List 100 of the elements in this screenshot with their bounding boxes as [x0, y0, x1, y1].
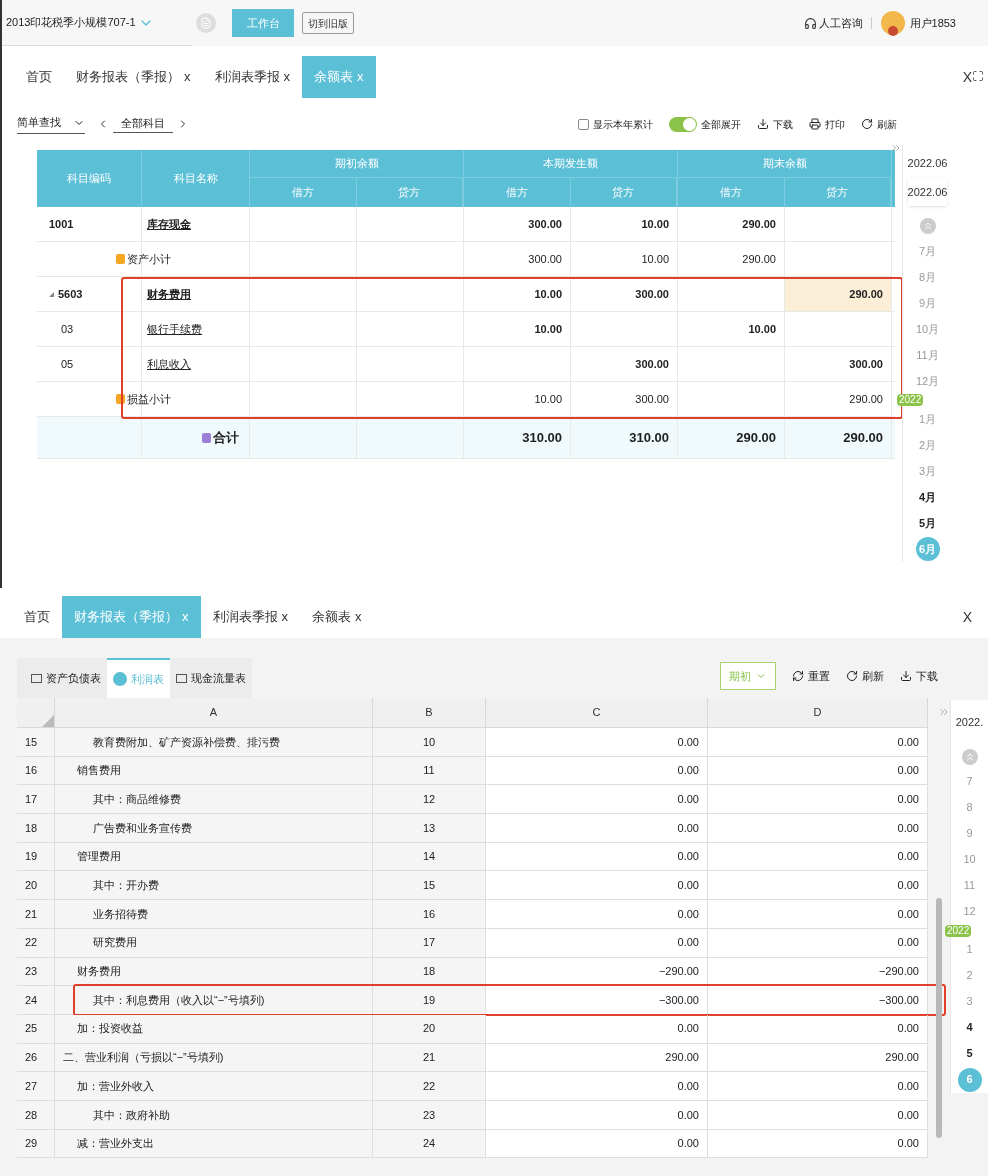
tab[interactable]: 首页 [12, 596, 62, 638]
collapse-icon[interactable] [938, 706, 950, 718]
account-link[interactable]: 财务费用 [142, 285, 191, 303]
account-name: 资产小计 [127, 251, 171, 267]
year-badge: 2022 [897, 394, 924, 406]
sheet-icon [113, 672, 127, 686]
table-cell: 0.00 [708, 842, 928, 871]
table-cell: 0.00 [708, 928, 928, 957]
sheet-icon [31, 673, 42, 683]
report-tab[interactable]: 资产负债表 [25, 658, 107, 698]
scroll-up-icon[interactable] [961, 748, 978, 765]
row-number: 20 [17, 871, 55, 900]
checkbox[interactable] [578, 118, 589, 130]
tab[interactable]: 利润表季报 x [202, 56, 302, 98]
download-button[interactable]: 下载 [757, 116, 793, 132]
tab[interactable]: 首页 [14, 56, 64, 98]
fullscreen-icon[interactable] [972, 70, 984, 82]
sheet-icon [176, 673, 187, 683]
switch-version-button[interactable]: 切到旧版 [302, 12, 354, 34]
amount: 290.00 [843, 428, 883, 447]
table-cell: 19 [373, 986, 486, 1014]
table-cell: 0.00 [486, 1100, 708, 1129]
tab[interactable]: 利润表季报 x [200, 596, 300, 638]
table-cell: 18 [373, 957, 486, 986]
amount: 300.00 [528, 216, 562, 232]
amount: 290.00 [736, 428, 776, 447]
account-name: 合计 [213, 428, 239, 447]
amount: 10.00 [641, 251, 669, 267]
table-cell: −290.00 [486, 957, 708, 986]
table-cell: 二、营业利润（亏损以“−”号填列) [55, 1043, 373, 1072]
account-link[interactable]: 银行手续费 [142, 320, 202, 338]
column-header[interactable]: A [55, 698, 373, 727]
download-button[interactable]: 下载 [900, 667, 938, 685]
reset-button[interactable]: 重置 [792, 667, 830, 685]
table-cell: 290.00 [708, 1043, 928, 1072]
tab[interactable]: 余额表 x [300, 596, 374, 638]
amount: 290.00 [742, 216, 776, 232]
account-code: 1001 [49, 216, 74, 232]
table-cell: 0.00 [486, 728, 708, 756]
close-button[interactable]: X [962, 66, 972, 88]
refresh-button[interactable]: 刷新 [846, 667, 884, 685]
table-cell: 16 [373, 900, 486, 928]
column-header: 借方 [464, 178, 571, 207]
table-cell: 20 [373, 1014, 486, 1043]
table-cell: 0.00 [486, 928, 708, 957]
download-icon [757, 118, 769, 130]
row-number: 19 [17, 842, 55, 871]
amount: 290.00 [849, 391, 883, 407]
table-cell: 13 [373, 814, 486, 842]
month-item[interactable]: 5 [957, 1041, 982, 1066]
table-cell: 0.00 [486, 900, 708, 928]
row-number: 17 [17, 785, 55, 814]
report-tab[interactable]: 现金流量表 [170, 658, 252, 698]
document-icon[interactable] [196, 13, 216, 33]
month-item[interactable]: 5月 [915, 511, 940, 535]
period-start[interactable]: 2022. [955, 708, 984, 737]
row-number: 18 [17, 814, 55, 842]
account-code: 03 [60, 321, 74, 337]
column-header: 贷方 [570, 178, 677, 207]
refresh-button[interactable]: 刷新 [861, 116, 897, 132]
table-cell: 其中：开办费 [55, 871, 373, 900]
scrollbar-thumb[interactable] [936, 898, 942, 1138]
toggle-switch[interactable] [669, 116, 697, 132]
collapse-icon[interactable] [890, 142, 902, 154]
company-name[interactable]: 2013印花税季小规模707-1 [6, 14, 136, 31]
print-button[interactable]: 打印 [809, 116, 845, 132]
table-cell: 业务招待费 [55, 900, 373, 928]
table-cell: 0.00 [486, 1129, 708, 1158]
month-item[interactable]: 4 [957, 1015, 982, 1040]
table-cell: 0.00 [708, 900, 928, 928]
period-start[interactable]: 2022.06 [907, 149, 948, 178]
column-header: 借方 [250, 178, 357, 207]
toggle-label: 全部展开 [701, 117, 741, 132]
amount: 290.00 [849, 286, 883, 302]
year-badge: 2022 [945, 924, 972, 937]
period-end[interactable]: 2022.06 [907, 177, 948, 206]
account-link[interactable]: 库存现金 [142, 215, 191, 233]
row-number: 24 [17, 986, 55, 1014]
avatar-icon[interactable] [879, 10, 906, 36]
scroll-up-icon[interactable] [919, 218, 936, 234]
table-cell: 0.00 [486, 814, 708, 842]
table-cell: 0.00 [708, 871, 928, 900]
table-cell: 0.00 [486, 871, 708, 900]
column-header[interactable]: C [486, 698, 708, 727]
expanded-triangle-icon[interactable] [49, 291, 54, 297]
table-cell: 0.00 [708, 1129, 928, 1158]
account-link[interactable]: 利息收入 [142, 355, 191, 373]
close-button[interactable]: X [962, 606, 972, 628]
table-cell: 22 [373, 1072, 486, 1100]
column-header[interactable]: D [708, 698, 928, 727]
search-mode-dropdown[interactable]: 简单查找 [17, 114, 85, 134]
consult-link[interactable]: 人工咨询 [818, 14, 863, 32]
table-cell: 15 [373, 871, 486, 900]
scope-selector[interactable]: 全部科目 [113, 115, 173, 133]
table-cell: 财务费用 [55, 957, 373, 986]
month-item[interactable]: 4月 [915, 485, 940, 509]
table-cell: 10 [373, 728, 486, 756]
row-number: 26 [17, 1043, 55, 1072]
column-header[interactable]: B [373, 698, 486, 727]
tab[interactable]: 财务报表（季报） x [64, 56, 203, 98]
